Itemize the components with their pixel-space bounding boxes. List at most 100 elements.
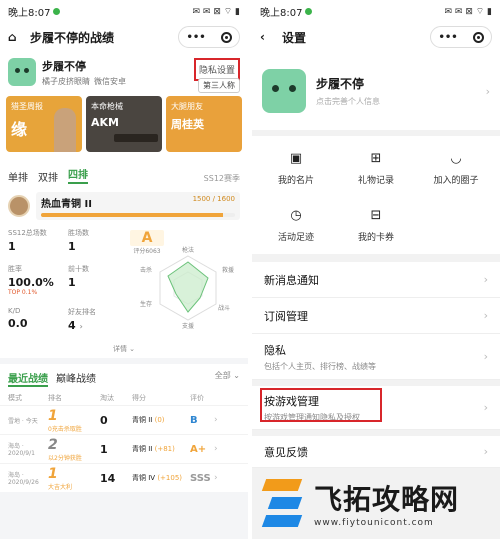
system-icons: ✉ ✉ ⊠ ⌔ ▮ bbox=[192, 6, 240, 17]
avatar[interactable] bbox=[8, 58, 36, 86]
settings-item-game-management[interactable]: 按游戏管理 按游戏管理通知隐私及授权 › bbox=[252, 386, 500, 430]
clock-icon: ◷ bbox=[290, 208, 302, 223]
banner-friend-top: 大腿朋友 bbox=[171, 102, 203, 111]
chat-icon: ◡ bbox=[450, 151, 462, 166]
table-row[interactable]: 雪地 · 今天 1 0充击杀取胜 0 青铜 II (0) B › bbox=[0, 405, 248, 434]
banner-weapon-top: 本命枪械 bbox=[91, 102, 123, 111]
profile-hint: 点击完善个人信息 bbox=[316, 97, 380, 106]
stat-top10: 前十数 1 bbox=[68, 264, 128, 302]
record-grade: SSS bbox=[190, 472, 211, 484]
stat-label: SS12总场数 bbox=[8, 229, 47, 237]
stat-value: 4 › bbox=[68, 319, 128, 332]
close-miniapp-icon[interactable] bbox=[472, 31, 484, 43]
rank-progress-fill bbox=[41, 213, 224, 217]
menu-activity-footprint[interactable]: ◷ 活动足迹 bbox=[256, 207, 336, 246]
detail-link[interactable]: 详情 ⌄ bbox=[0, 342, 248, 358]
record-score: 青铜 IV (+105) bbox=[132, 473, 190, 483]
miniapp-capsule[interactable]: ••• bbox=[430, 26, 492, 48]
avatar[interactable] bbox=[262, 69, 306, 113]
chevron-right-icon: › bbox=[214, 415, 218, 425]
record-kills: 14 bbox=[100, 471, 116, 485]
chevron-right-icon: › bbox=[483, 273, 488, 286]
close-miniapp-icon[interactable] bbox=[220, 31, 232, 43]
settings-profile[interactable]: 步履不停 点击完善个人信息 › bbox=[252, 52, 500, 130]
status-bar: 晚上8:07 ✉ ✉ ⊠ ⌔ ▮ bbox=[0, 0, 248, 22]
stat-sub: TOP 0.1% bbox=[8, 289, 38, 296]
system-icons: ✉ ✉ ⊠ ⌔ ▮ bbox=[444, 6, 492, 17]
rank-card: 热血青铜 II 1500 / 1600 bbox=[0, 188, 248, 224]
watermark-url: www.fiytounicont.com bbox=[314, 518, 434, 528]
record-mode: 海岛 · 2020/9/1 bbox=[8, 443, 35, 457]
home-icon[interactable]: ⌂ bbox=[8, 30, 24, 44]
page-title: 设置 bbox=[282, 30, 307, 45]
menu-label: 我的卡券 bbox=[357, 233, 394, 243]
radar-label: 救援 bbox=[222, 266, 234, 274]
banner-weekly[interactable]: 猎圣周报 缘 bbox=[6, 96, 82, 152]
rank-number: 2 bbox=[48, 436, 58, 453]
radar-label: 支援 bbox=[182, 322, 194, 330]
record-mode: 海岛 · 2020/9/26 bbox=[8, 472, 39, 486]
records-filter-dropdown[interactable]: 全部 ⌄ bbox=[215, 370, 240, 387]
status-bar: 晚上8:07 ✉ ✉ ⊠ ⌔ ▮ bbox=[252, 0, 500, 22]
stat-label: 胜场数 bbox=[68, 229, 89, 237]
tab-squad[interactable]: 四排 bbox=[68, 166, 88, 184]
menu-label: 礼物记录 bbox=[357, 176, 394, 186]
record-kills: 1 bbox=[100, 442, 108, 456]
record-grade: B bbox=[190, 414, 198, 426]
banner-friend[interactable]: 大腿朋友 周桂英 bbox=[166, 96, 242, 152]
banner-weapon[interactable]: 本命枪械 AKM bbox=[86, 96, 162, 152]
back-icon[interactable]: ‹ bbox=[260, 30, 276, 44]
menu-gift-records[interactable]: ⊞ 礼物记录 bbox=[336, 150, 416, 189]
chevron-right-icon: › bbox=[483, 445, 488, 458]
watermark: 飞拓攻略网 www.fiytounicont.com bbox=[252, 467, 500, 539]
menu-joined-circles[interactable]: ◡ 加入的圈子 bbox=[416, 150, 496, 189]
banner-row: 猎圣周报 缘 本命枪械 AKM 大腿朋友 周桂英 bbox=[0, 92, 248, 156]
tab-peak-records[interactable]: 巅峰战绩 bbox=[56, 370, 96, 387]
tab-recent-records[interactable]: 最近战绩 bbox=[8, 370, 48, 387]
rank-text: 以2分钟获胜 bbox=[48, 454, 82, 462]
banner-weapon-main: AKM bbox=[91, 116, 119, 129]
watermark-logo-icon bbox=[261, 479, 306, 527]
record-delta: (0) bbox=[154, 416, 165, 424]
tab-duo[interactable]: 双排 bbox=[38, 169, 58, 184]
settings-item-subscriptions[interactable]: 订阅管理 › bbox=[252, 298, 500, 334]
settings-item-feedback[interactable]: 意见反馈 › bbox=[252, 436, 500, 468]
menu-my-coupons[interactable]: ⊟ 我的卡券 bbox=[336, 207, 416, 246]
chevron-right-icon: › bbox=[214, 473, 218, 483]
stat-friend-rank[interactable]: 好友排名 4 › bbox=[68, 307, 128, 338]
profile-info: 步履不停 点击完善个人信息 bbox=[316, 75, 486, 107]
table-row[interactable]: 海岛 · 2020/9/1 2 以2分钟获胜 1 青铜 II (+81) A+ › bbox=[0, 434, 248, 463]
perspective-button[interactable]: 第三人称 bbox=[198, 78, 240, 93]
wechat-dot-icon bbox=[53, 7, 61, 15]
item-body: 意见反馈 bbox=[264, 444, 484, 460]
stat-label: 胜率 bbox=[8, 265, 22, 273]
menu-my-card[interactable]: ▣ 我的名片 bbox=[256, 150, 336, 189]
item-title: 订阅管理 bbox=[264, 309, 308, 323]
more-icon[interactable]: ••• bbox=[186, 32, 205, 43]
item-body: 订阅管理 bbox=[264, 308, 484, 324]
settings-item-privacy[interactable]: 隐私 包括个人主页、排行榜、战绩等 › bbox=[252, 334, 500, 380]
right-title-bar: ‹ 设置 ••• bbox=[252, 22, 500, 52]
rank-text: 大吉大利 bbox=[48, 483, 73, 491]
season-selector[interactable]: SS12赛季 bbox=[204, 173, 240, 184]
ticket-icon: ⊟ bbox=[370, 208, 382, 223]
miniapp-capsule[interactable]: ••• bbox=[178, 26, 240, 48]
player-profile: 步履不停 橘子皮挤眼睛 微信安卓 隐私设置 第三人称 bbox=[0, 52, 248, 93]
table-row[interactable]: 海岛 · 2020/9/26 1 大吉大利 14 青铜 IV (+105) SSS… bbox=[0, 463, 248, 492]
settings-item-notifications[interactable]: 新消息通知 › bbox=[252, 262, 500, 298]
tab-solo[interactable]: 单排 bbox=[8, 169, 28, 184]
item-sub: 包括个人主页、排行榜、战绩等 bbox=[264, 361, 376, 371]
chevron-right-icon: › bbox=[485, 84, 490, 98]
chevron-right-icon: › bbox=[483, 401, 488, 414]
left-title-bar: ⌂ 步履不停的战绩 ••• bbox=[0, 22, 248, 52]
rank-text: 0充击杀取胜 bbox=[48, 425, 82, 433]
player-alias: 橘子皮挤眼睛 bbox=[42, 76, 90, 86]
record-tier: 青铜 II bbox=[132, 416, 153, 424]
radar-label: 枪法 bbox=[182, 246, 194, 254]
rank-title: 热血青铜 II 1500 / 1600 bbox=[41, 195, 235, 210]
id-card-icon: ▣ bbox=[289, 151, 303, 166]
stats-panel: SS12总场数 1 胜场数 1 胜率 100.0% TOP 0.1% 前十数 1 K/D 0… bbox=[0, 224, 248, 342]
logo-stripe-orange bbox=[261, 479, 303, 491]
record-tier: 青铜 IV bbox=[132, 474, 156, 482]
more-icon[interactable]: ••• bbox=[438, 32, 457, 43]
